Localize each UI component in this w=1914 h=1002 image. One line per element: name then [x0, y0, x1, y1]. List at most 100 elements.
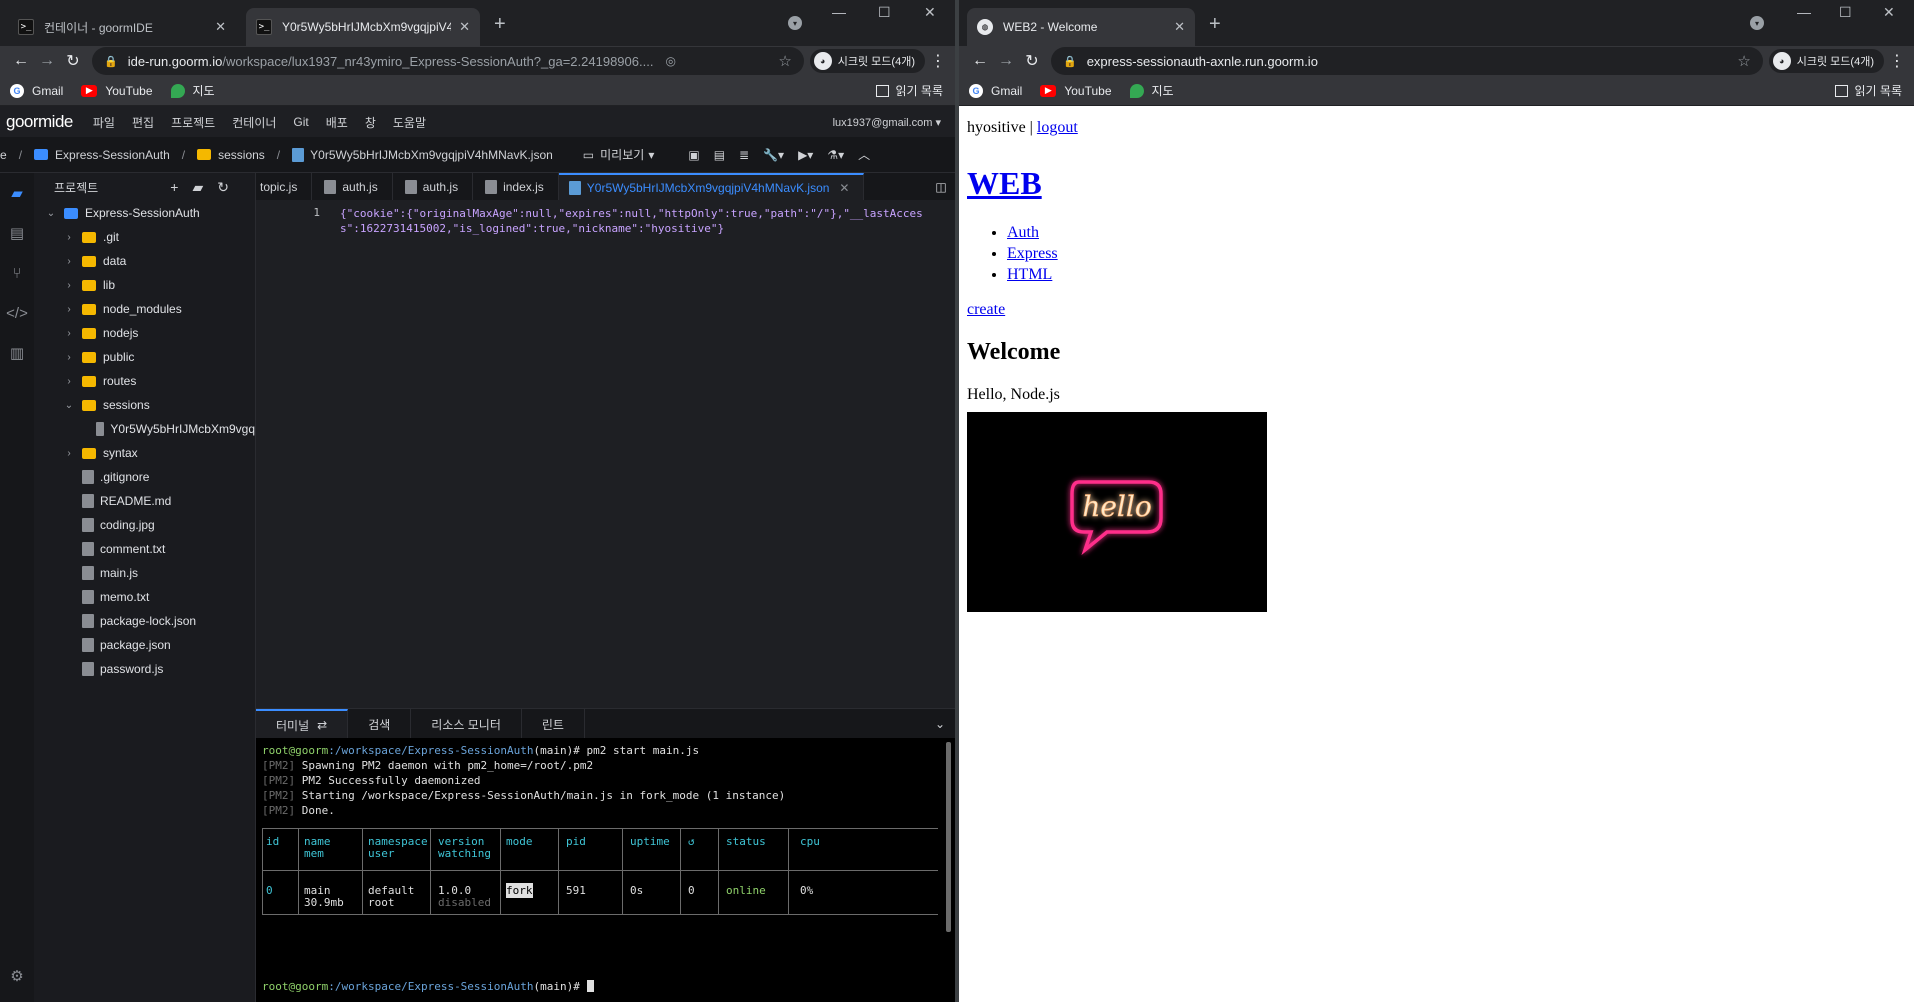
breadcrumb-root[interactable]: e [0, 148, 7, 162]
debug-icon[interactable]: ⚗▾ [827, 148, 844, 162]
close-tab-icon[interactable]: ✕ [459, 19, 470, 35]
tree-item[interactable]: › .git [34, 225, 255, 249]
code-content[interactable]: {"cookie":{"originalMaxAge":null,"expire… [340, 206, 940, 236]
report-icon[interactable]: ▥ [0, 333, 34, 373]
reload-icon[interactable]: ↻ [60, 51, 86, 71]
tab-terminal[interactable]: 터미널 ⇄ [256, 709, 349, 739]
new-folder-icon[interactable]: ▰ [192, 179, 217, 195]
refresh-icon[interactable]: ↻ [217, 179, 243, 195]
tree-item[interactable]: › nodejs [34, 321, 255, 345]
format-icon[interactable]: ≣ [739, 148, 749, 162]
breadcrumb-folder[interactable]: sessions [218, 148, 265, 162]
tab-resource-monitor[interactable]: 리소스 모니터 [411, 709, 522, 739]
maximize-icon[interactable]: ☐ [1839, 4, 1852, 21]
browser-tab-web2[interactable]: ◍ WEB2 - Welcome ✕ [967, 8, 1195, 46]
save-icon[interactable]: ▣ [688, 148, 699, 162]
save-all-icon[interactable]: ▤ [714, 148, 725, 162]
breadcrumb-file[interactable]: Y0r5Wy5bHrIJMcbXm9vgqjpiV4hMNavK.json [310, 148, 553, 162]
maximize-icon[interactable]: ☐ [878, 4, 891, 21]
menu-help[interactable]: 도움말 [393, 114, 426, 131]
back-icon[interactable]: ← [967, 52, 993, 70]
tab-search[interactable]: 검색 [348, 709, 412, 739]
editor-tab-auth-js[interactable]: auth.js [312, 173, 393, 200]
topic-link-html[interactable]: HTML [1007, 266, 1052, 283]
address-bar[interactable]: 🔒 express-sessionauth-axnle.run.goorm.io… [1051, 47, 1763, 75]
chevron-right-icon[interactable]: › [62, 448, 76, 459]
editor-tab-topic-js[interactable]: topic.js [256, 173, 313, 200]
forward-icon[interactable]: → [993, 52, 1019, 70]
menu-window[interactable]: 창 [365, 114, 376, 131]
new-tab-icon[interactable]: + [1209, 13, 1221, 36]
split-editor-icon[interactable]: ◫ [927, 173, 955, 200]
refresh-icon[interactable]: ⇄ [317, 718, 327, 732]
tree-item[interactable]: comment.txt [34, 537, 255, 561]
menu-icon[interactable]: ⋮ [929, 51, 947, 71]
tree-item[interactable]: ⌄ Express-SessionAuth [34, 201, 255, 225]
chevron-right-icon[interactable]: › [62, 280, 76, 291]
chevron-down-icon[interactable]: ⌄ [44, 208, 58, 219]
incognito-indicator[interactable]: ◕ 시크릿 모드(4개) [1768, 49, 1884, 73]
chevron-right-icon[interactable]: › [62, 304, 76, 315]
browser-tab-goormide[interactable]: >_ 컨테이너 - goormIDE ✕ [8, 8, 236, 46]
browser-tab-session-file[interactable]: >_ Y0r5Wy5bHrIJMcbXm9vgqjpiV4 ✕ [246, 8, 480, 46]
tree-item[interactable]: › data [34, 249, 255, 273]
tree-item[interactable]: › syntax [34, 441, 255, 465]
menu-git[interactable]: Git [293, 115, 308, 129]
back-icon[interactable]: ← [8, 52, 34, 70]
tree-item[interactable]: package-lock.json [34, 609, 255, 633]
tree-item[interactable]: › public [34, 345, 255, 369]
editor-tab-session-json[interactable]: Y0r5Wy5bHrIJMcbXm9vgqjpiV4hMNavK.json ✕ [558, 173, 865, 200]
settings-gear-icon[interactable]: ⚙ [0, 956, 34, 996]
account-menu[interactable]: lux1937@gmail.com ▾ [833, 116, 941, 129]
tree-item[interactable]: package.json [34, 633, 255, 657]
preview-button[interactable]: ▭ 미리보기 ▾ [583, 146, 655, 163]
bookmark-maps[interactable]: 지도 [1129, 82, 1174, 99]
chevron-right-icon[interactable]: › [62, 376, 76, 387]
tree-item[interactable]: password.js [34, 657, 255, 681]
new-file-icon[interactable]: + [170, 179, 192, 195]
project-explorer-icon[interactable]: ▰ [0, 173, 34, 213]
topic-link-express[interactable]: Express [1007, 245, 1058, 262]
bookmark-youtube[interactable]: ▶ YouTube [81, 84, 153, 98]
chevron-right-icon[interactable]: › [62, 352, 76, 363]
incognito-indicator[interactable]: ◕ 시크릿 모드(4개) [809, 49, 925, 73]
menu-deploy[interactable]: 배포 [326, 114, 348, 131]
tree-item[interactable]: main.js [34, 561, 255, 585]
code-editor[interactable]: 1 {"cookie":{"originalMaxAge":null,"expi… [256, 200, 955, 708]
minimize-icon[interactable]: — [1797, 4, 1811, 20]
chevron-down-icon[interactable]: ⌄ [62, 400, 76, 411]
menu-edit[interactable]: 편집 [132, 114, 154, 131]
topic-link-auth[interactable]: Auth [1007, 224, 1039, 241]
bookmark-gmail[interactable]: G Gmail [969, 83, 1022, 98]
chevron-down-icon[interactable]: ⌄ [925, 709, 955, 738]
tree-item[interactable]: › node_modules [34, 297, 255, 321]
chevron-right-icon[interactable]: › [62, 328, 76, 339]
editor-tab-auth-js-2[interactable]: auth.js [393, 173, 474, 200]
page-title-link[interactable]: WEB [967, 165, 1906, 202]
tree-item[interactable]: Y0r5Wy5bHrIJMcbXm9vgq [34, 417, 255, 441]
tree-item[interactable]: coding.jpg [34, 513, 255, 537]
bookmark-gmail[interactable]: G Gmail [10, 83, 63, 98]
collapse-icon[interactable]: ︿ [858, 146, 870, 163]
breadcrumb-project[interactable]: Express-SessionAuth [55, 148, 170, 162]
close-tab-icon[interactable]: ✕ [215, 19, 226, 35]
create-link[interactable]: create [967, 301, 1005, 318]
close-window-icon[interactable]: ✕ [924, 4, 936, 21]
terminal[interactable]: root@goorm:/workspace/Express-SessionAut… [256, 738, 955, 1002]
editor-tab-index-js[interactable]: index.js [473, 173, 559, 200]
address-bar[interactable]: 🔒 ide-run.goorm.io /workspace/lux1937_nr… [92, 47, 804, 75]
code-icon[interactable]: </> [0, 293, 34, 333]
outline-icon[interactable]: ▤ [0, 213, 34, 253]
logout-link[interactable]: logout [1037, 119, 1078, 136]
menu-project[interactable]: 프로젝트 [171, 114, 215, 131]
reload-icon[interactable]: ↻ [1019, 51, 1045, 71]
menu-file[interactable]: 파일 [93, 114, 115, 131]
tree-item[interactable]: › routes [34, 369, 255, 393]
menu-icon[interactable]: ⋮ [1888, 51, 1906, 71]
reading-list[interactable]: 읽기 목록 [1834, 82, 1902, 99]
close-window-icon[interactable]: ✕ [1883, 4, 1895, 21]
tree-item[interactable]: ⌄ sessions [34, 393, 255, 417]
minimize-icon[interactable]: — [832, 4, 846, 20]
tab-search-icon[interactable]: ▾ [788, 16, 802, 30]
reading-list[interactable]: 읽기 목록 [875, 82, 943, 99]
